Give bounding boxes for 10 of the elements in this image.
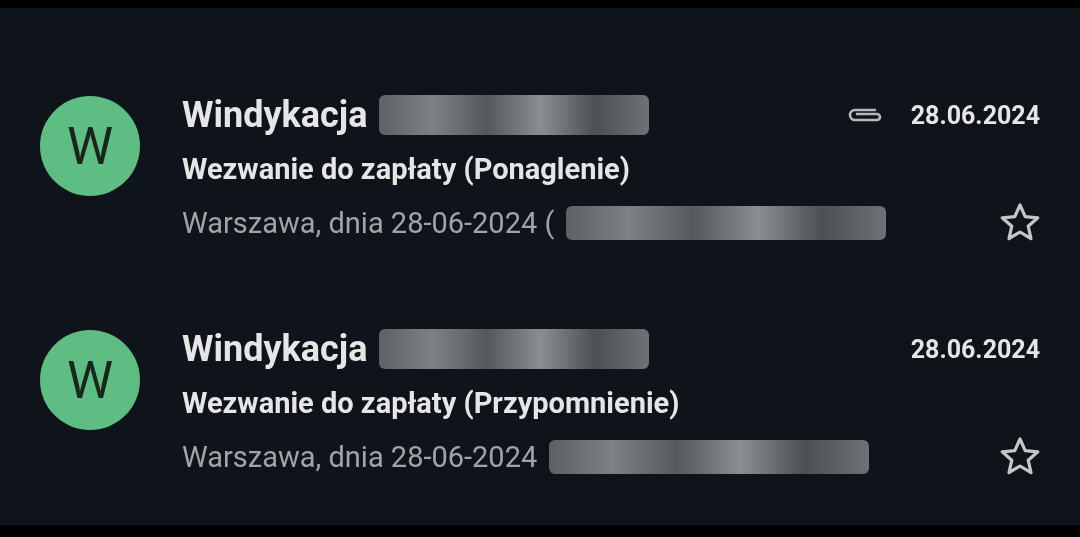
avatar[interactable]: W bbox=[40, 330, 140, 430]
sender-name: Windykacja bbox=[182, 328, 368, 370]
email-preview: Warszawa, dnia 28-06-2024 bbox=[182, 440, 538, 474]
email-date: 28.06.2024 bbox=[910, 100, 1040, 130]
email-subject: Wezwanie do zapłaty (Przypomnienie) bbox=[182, 386, 680, 420]
sender-name: Windykacja bbox=[182, 94, 368, 136]
email-date: 28.06.2024 bbox=[910, 334, 1040, 364]
avatar[interactable]: W bbox=[40, 96, 140, 196]
email-preview: Warszawa, dnia 28-06-2024 ( bbox=[182, 206, 555, 240]
email-subject: Wezwanie do zapłaty (Ponaglenie) bbox=[182, 152, 630, 186]
